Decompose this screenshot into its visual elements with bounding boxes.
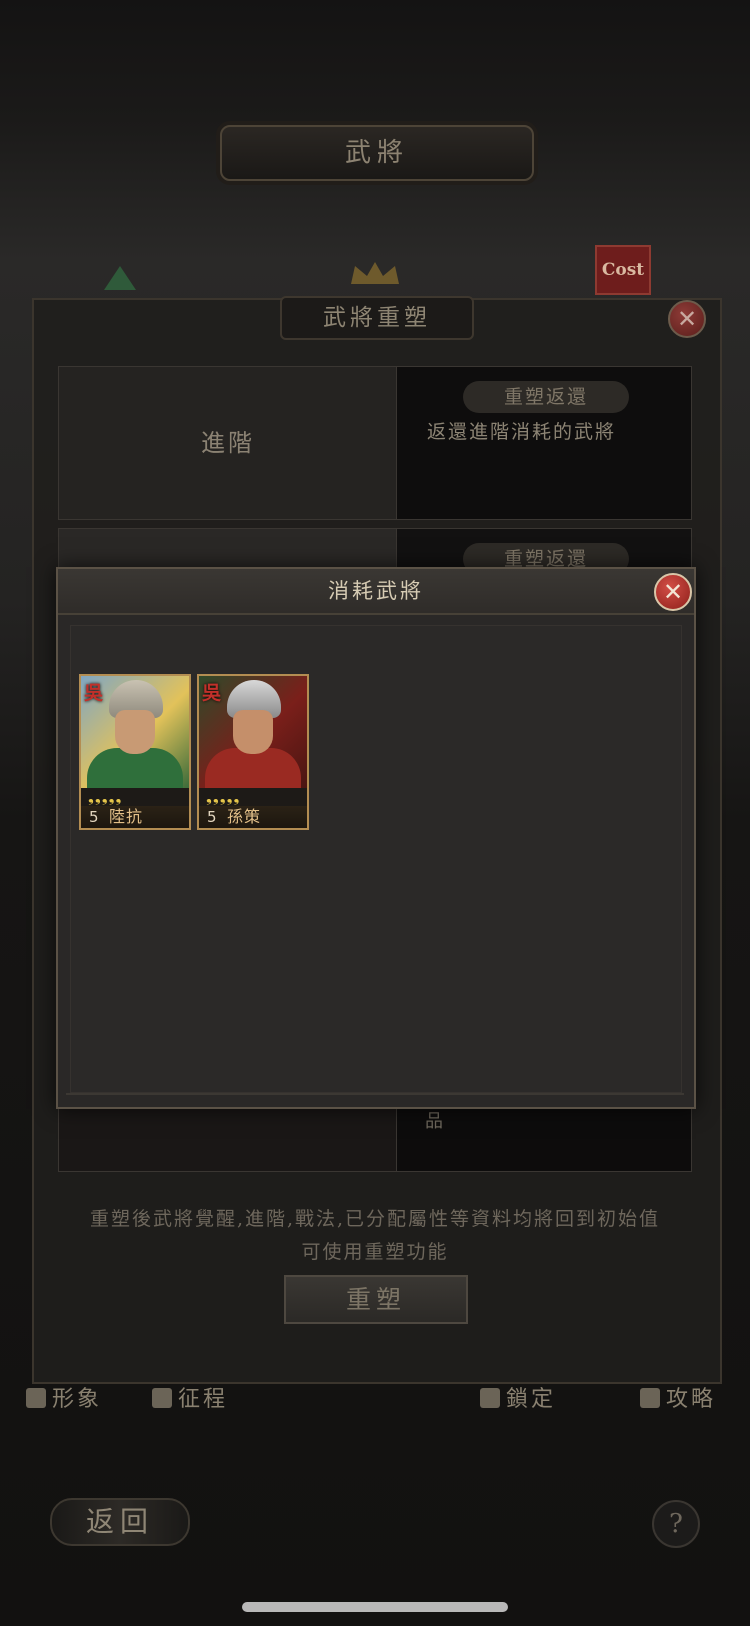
general-card[interactable]: 吳 ❟❟❟❟❟ 5 陸抗 bbox=[79, 674, 191, 830]
advance-label: 進階 bbox=[201, 429, 255, 457]
general-name: 陸抗 bbox=[109, 807, 144, 826]
tab-lock-label: 鎖定 bbox=[506, 1387, 557, 1412]
crown-icon bbox=[345, 258, 405, 288]
general-cost: 5 bbox=[89, 808, 99, 826]
advance-return-cell: 重塑返還 返還進階消耗的武將 bbox=[396, 366, 692, 520]
faction-badge: 吳 bbox=[84, 682, 104, 704]
tab-appearance[interactable]: 形象 bbox=[26, 1382, 102, 1418]
general-card[interactable]: 吳 ❟❟❟❟❟ 5 孫策 bbox=[197, 674, 309, 830]
general-name: 孫策 bbox=[227, 807, 262, 826]
second-row-right-cell: 重塑返還 bbox=[396, 528, 692, 575]
modal-divider bbox=[66, 1093, 684, 1095]
tab-appearance-label: 形象 bbox=[52, 1387, 103, 1412]
jade-ornament-icon bbox=[100, 262, 140, 292]
note-line-2: 可使用重塑功能 bbox=[301, 1241, 449, 1263]
return-description: 返還進階消耗的武將 bbox=[427, 421, 617, 443]
book-icon bbox=[640, 1388, 660, 1408]
general-cost: 5 bbox=[207, 808, 217, 826]
consumed-generals-modal: 消耗武將 ✕ 吳 ❟❟❟❟❟ 5 陸抗 吳 ❟❟❟❟❟ 5 孫策 bbox=[56, 567, 696, 1109]
tab-journey[interactable]: 征程 bbox=[152, 1382, 228, 1418]
reforge-note: 重塑後武將覺醒,進階,戰法,已分配屬性等資料均將回到初始值 可使用重塑功能 bbox=[40, 1203, 710, 1269]
tab-guide-label: 攻略 bbox=[666, 1387, 717, 1412]
faction-badge: 吳 bbox=[202, 682, 222, 704]
last-row-left-cell bbox=[58, 1100, 398, 1172]
advance-cell[interactable]: 進階 bbox=[58, 366, 398, 520]
second-row-left-cell[interactable] bbox=[58, 528, 398, 570]
star-rating: ❟❟❟❟❟ bbox=[206, 788, 241, 806]
star-rating: ❟❟❟❟❟ bbox=[88, 788, 123, 806]
return-badge: 重塑返還 bbox=[463, 381, 629, 413]
reforge-panel-title: 武將重塑 bbox=[280, 296, 474, 340]
lock-icon bbox=[480, 1388, 500, 1408]
reforge-button[interactable]: 重塑 bbox=[284, 1275, 468, 1324]
page-title-banner: 武將 bbox=[220, 125, 534, 181]
tab-journey-label: 征程 bbox=[178, 1387, 229, 1412]
bottom-tab-bar: 形象 征程 鎖定 攻略 bbox=[20, 1382, 730, 1418]
tab-guide[interactable]: 攻略 bbox=[640, 1382, 716, 1418]
person-icon bbox=[26, 1388, 46, 1408]
cost-tag: Cost bbox=[595, 245, 651, 295]
back-button[interactable]: 返回 bbox=[50, 1498, 190, 1546]
close-icon[interactable]: ✕ bbox=[654, 573, 692, 611]
modal-header: 消耗武將 ✕ bbox=[58, 569, 694, 615]
note-line-1: 重塑後武將覺醒,進階,戰法,已分配屬性等資料均將回到初始值 bbox=[89, 1208, 661, 1230]
page-title: 武將 bbox=[344, 138, 409, 168]
flag-icon bbox=[152, 1388, 172, 1408]
modal-title: 消耗武將 bbox=[328, 579, 424, 603]
help-button[interactable]: ? bbox=[652, 1500, 700, 1548]
home-indicator[interactable] bbox=[242, 1602, 508, 1612]
tab-lock[interactable]: 鎖定 bbox=[480, 1382, 556, 1418]
last-row-text: 品 bbox=[425, 1111, 443, 1132]
generals-list: 吳 ❟❟❟❟❟ 5 陸抗 吳 ❟❟❟❟❟ 5 孫策 bbox=[70, 625, 682, 1093]
reforge-close-button[interactable]: ✕ bbox=[668, 300, 706, 338]
last-row-right-cell: 品 bbox=[396, 1100, 692, 1172]
